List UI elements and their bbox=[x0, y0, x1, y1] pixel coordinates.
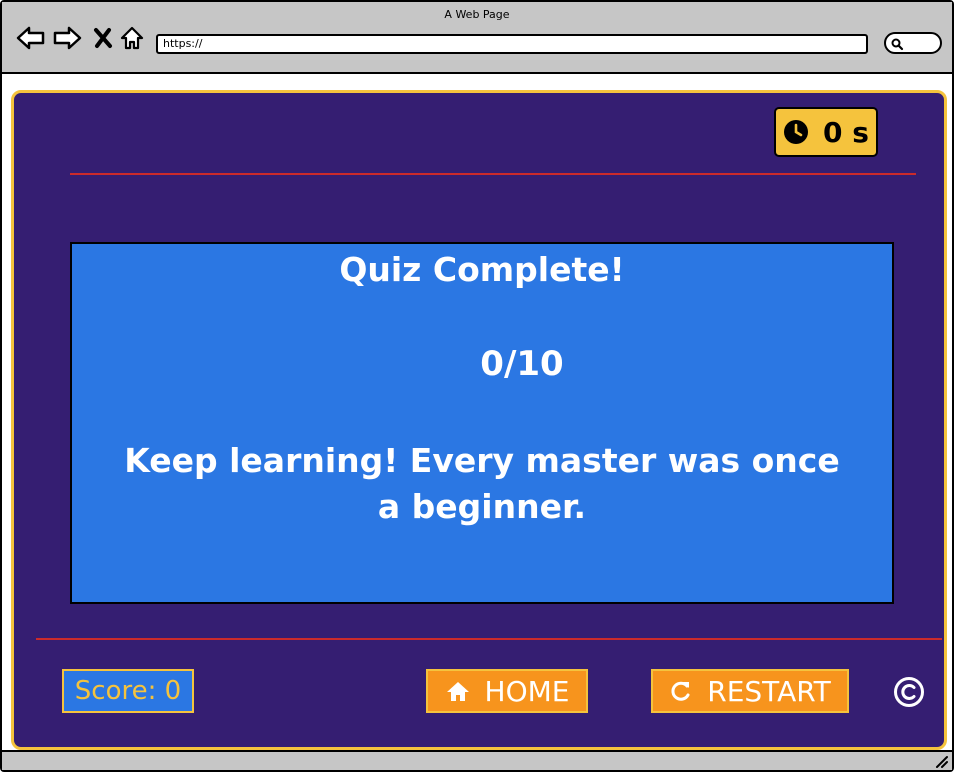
restart-button-label: RESTART bbox=[707, 674, 831, 708]
browser-window: A Web Page https:// 0 s Quiz Complete! 0… bbox=[0, 0, 954, 772]
result-card: Quiz Complete! 0/10 Keep learning! Every… bbox=[70, 242, 894, 604]
timer-value: 0 s bbox=[823, 115, 869, 149]
result-message: Keep learning! Every master was once a b… bbox=[124, 441, 840, 526]
close-icon[interactable] bbox=[88, 24, 118, 52]
home-button-label: HOME bbox=[484, 674, 570, 708]
home-button[interactable]: HOME bbox=[426, 669, 588, 713]
result-score: 0/10 bbox=[480, 344, 564, 384]
restart-icon bbox=[671, 681, 690, 701]
clock-icon bbox=[784, 120, 809, 144]
browser-titlebar: A Web Page https:// bbox=[2, 2, 952, 74]
home-icon[interactable] bbox=[117, 24, 147, 52]
search-field[interactable] bbox=[884, 32, 942, 54]
browser-statusbar bbox=[2, 750, 952, 770]
forward-arrow-icon[interactable] bbox=[52, 24, 82, 52]
quiz-app: 0 s Quiz Complete! 0/10 Keep learning! E… bbox=[11, 90, 947, 750]
home-icon bbox=[446, 682, 469, 701]
resize-grip-icon[interactable] bbox=[934, 754, 948, 768]
top-divider bbox=[70, 173, 916, 175]
bottom-divider bbox=[36, 638, 942, 640]
search-icon bbox=[891, 38, 904, 51]
timer-badge: 0 s bbox=[774, 107, 878, 157]
score-display: Score: 0 bbox=[62, 669, 194, 713]
result-title: Quiz Complete! bbox=[339, 250, 625, 289]
back-arrow-icon[interactable] bbox=[16, 24, 46, 52]
url-input[interactable]: https:// bbox=[156, 34, 868, 54]
window-title: A Web Page bbox=[444, 8, 510, 21]
copyright-icon bbox=[892, 675, 926, 709]
restart-button[interactable]: RESTART bbox=[651, 669, 849, 713]
